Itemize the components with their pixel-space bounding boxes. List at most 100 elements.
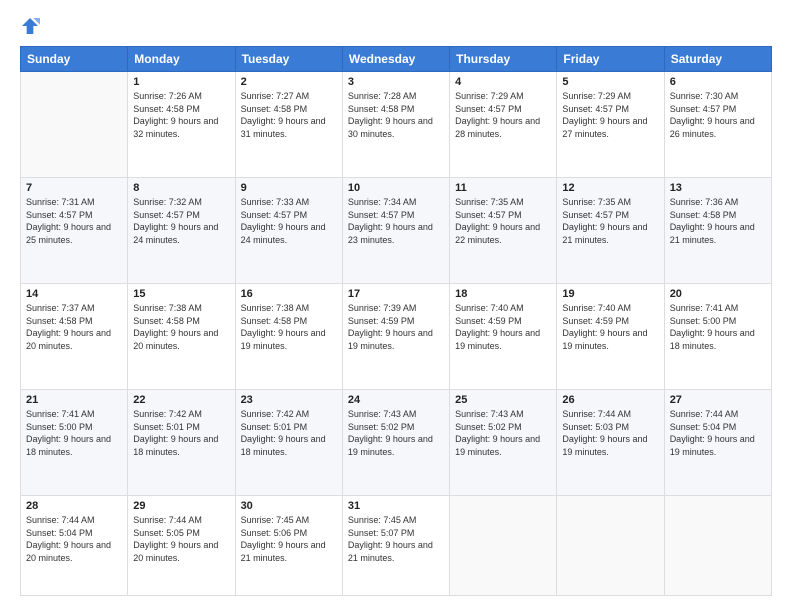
day-number: 24 bbox=[348, 394, 444, 406]
day-info: Sunrise: 7:37 AMSunset: 4:58 PMDaylight:… bbox=[26, 302, 122, 352]
day-number: 19 bbox=[562, 288, 658, 300]
weekday-header-tuesday: Tuesday bbox=[235, 47, 342, 72]
calendar-table: SundayMondayTuesdayWednesdayThursdayFrid… bbox=[20, 46, 772, 596]
day-info: Sunrise: 7:36 AMSunset: 4:58 PMDaylight:… bbox=[670, 196, 766, 246]
day-number: 5 bbox=[562, 76, 658, 88]
day-info: Sunrise: 7:40 AMSunset: 4:59 PMDaylight:… bbox=[562, 302, 658, 352]
day-info: Sunrise: 7:38 AMSunset: 4:58 PMDaylight:… bbox=[241, 302, 337, 352]
day-number: 28 bbox=[26, 500, 122, 512]
calendar-cell: 11 Sunrise: 7:35 AMSunset: 4:57 PMDayligh… bbox=[450, 178, 557, 284]
header bbox=[20, 16, 772, 36]
week-row-1: 7 Sunrise: 7:31 AMSunset: 4:57 PMDaylight… bbox=[21, 178, 772, 284]
day-number: 7 bbox=[26, 182, 122, 194]
day-info: Sunrise: 7:33 AMSunset: 4:57 PMDaylight:… bbox=[241, 196, 337, 246]
day-number: 4 bbox=[455, 76, 551, 88]
day-number: 18 bbox=[455, 288, 551, 300]
day-info: Sunrise: 7:41 AMSunset: 5:00 PMDaylight:… bbox=[670, 302, 766, 352]
logo bbox=[20, 16, 44, 36]
calendar-cell: 20 Sunrise: 7:41 AMSunset: 5:00 PMDayligh… bbox=[664, 284, 771, 390]
day-number: 29 bbox=[133, 500, 229, 512]
day-info: Sunrise: 7:38 AMSunset: 4:58 PMDaylight:… bbox=[133, 302, 229, 352]
day-number: 20 bbox=[670, 288, 766, 300]
calendar-cell: 31 Sunrise: 7:45 AMSunset: 5:07 PMDayligh… bbox=[342, 496, 449, 596]
weekday-header-monday: Monday bbox=[128, 47, 235, 72]
calendar-cell: 15Sunrise: 7:38 AMSunset: 4:58 PMDayligh… bbox=[128, 284, 235, 390]
day-number: 30 bbox=[241, 500, 337, 512]
day-number: 22 bbox=[133, 394, 229, 406]
day-number: 21 bbox=[26, 394, 122, 406]
day-info: Sunrise: 7:43 AMSunset: 5:02 PMDaylight:… bbox=[348, 408, 444, 458]
calendar-cell: 10Sunrise: 7:34 AMSunset: 4:57 PMDayligh… bbox=[342, 178, 449, 284]
calendar-cell: 23 Sunrise: 7:42 AMSunset: 5:01 PMDayligh… bbox=[235, 390, 342, 496]
weekday-header-saturday: Saturday bbox=[664, 47, 771, 72]
day-number: 3 bbox=[348, 76, 444, 88]
weekday-header-row: SundayMondayTuesdayWednesdayThursdayFrid… bbox=[21, 47, 772, 72]
day-info: Sunrise: 7:43 AMSunset: 5:02 PMDaylight:… bbox=[455, 408, 551, 458]
day-info: Sunrise: 7:45 AMSunset: 5:07 PMDaylight:… bbox=[348, 514, 444, 564]
day-info: Sunrise: 7:39 AMSunset: 4:59 PMDaylight:… bbox=[348, 302, 444, 352]
day-info: Sunrise: 7:35 AMSunset: 4:57 PMDaylight:… bbox=[562, 196, 658, 246]
calendar-cell: 7 Sunrise: 7:31 AMSunset: 4:57 PMDaylight… bbox=[21, 178, 128, 284]
calendar-cell bbox=[557, 496, 664, 596]
day-info: Sunrise: 7:31 AMSunset: 4:57 PMDaylight:… bbox=[26, 196, 122, 246]
calendar-cell: 12 Sunrise: 7:35 AMSunset: 4:57 PMDayligh… bbox=[557, 178, 664, 284]
calendar-cell: 8 Sunrise: 7:32 AMSunset: 4:57 PMDaylight… bbox=[128, 178, 235, 284]
day-number: 17 bbox=[348, 288, 444, 300]
day-number: 12 bbox=[562, 182, 658, 194]
day-number: 26 bbox=[562, 394, 658, 406]
day-info: Sunrise: 7:44 AMSunset: 5:04 PMDaylight:… bbox=[26, 514, 122, 564]
day-info: Sunrise: 7:42 AMSunset: 5:01 PMDaylight:… bbox=[241, 408, 337, 458]
calendar-cell: 9Sunrise: 7:33 AMSunset: 4:57 PMDaylight… bbox=[235, 178, 342, 284]
calendar-cell: 28 Sunrise: 7:44 AMSunset: 5:04 PMDayligh… bbox=[21, 496, 128, 596]
day-info: Sunrise: 7:32 AMSunset: 4:57 PMDaylight:… bbox=[133, 196, 229, 246]
weekday-header-thursday: Thursday bbox=[450, 47, 557, 72]
logo-icon bbox=[20, 16, 40, 36]
calendar-cell: 4 Sunrise: 7:29 AMSunset: 4:57 PMDaylight… bbox=[450, 72, 557, 178]
day-number: 1 bbox=[133, 76, 229, 88]
calendar-cell: 25 Sunrise: 7:43 AMSunset: 5:02 PMDayligh… bbox=[450, 390, 557, 496]
calendar-cell: 2Sunrise: 7:27 AMSunset: 4:58 PMDaylight… bbox=[235, 72, 342, 178]
calendar-cell: 26 Sunrise: 7:44 AMSunset: 5:03 PMDayligh… bbox=[557, 390, 664, 496]
day-info: Sunrise: 7:44 AMSunset: 5:03 PMDaylight:… bbox=[562, 408, 658, 458]
day-info: Sunrise: 7:40 AMSunset: 4:59 PMDaylight:… bbox=[455, 302, 551, 352]
day-info: Sunrise: 7:34 AMSunset: 4:57 PMDaylight:… bbox=[348, 196, 444, 246]
calendar-cell: 24 Sunrise: 7:43 AMSunset: 5:02 PMDayligh… bbox=[342, 390, 449, 496]
calendar-cell bbox=[450, 496, 557, 596]
calendar-cell: 19 Sunrise: 7:40 AMSunset: 4:59 PMDayligh… bbox=[557, 284, 664, 390]
weekday-header-wednesday: Wednesday bbox=[342, 47, 449, 72]
day-number: 31 bbox=[348, 500, 444, 512]
calendar-cell: 17 Sunrise: 7:39 AMSunset: 4:59 PMDayligh… bbox=[342, 284, 449, 390]
day-number: 16 bbox=[241, 288, 337, 300]
day-info: Sunrise: 7:35 AMSunset: 4:57 PMDaylight:… bbox=[455, 196, 551, 246]
day-number: 27 bbox=[670, 394, 766, 406]
day-number: 23 bbox=[241, 394, 337, 406]
day-info: Sunrise: 7:29 AMSunset: 4:57 PMDaylight:… bbox=[455, 90, 551, 140]
day-info: Sunrise: 7:26 AMSunset: 4:58 PMDaylight:… bbox=[133, 90, 229, 140]
day-info: Sunrise: 7:41 AMSunset: 5:00 PMDaylight:… bbox=[26, 408, 122, 458]
week-row-2: 14 Sunrise: 7:37 AMSunset: 4:58 PMDayligh… bbox=[21, 284, 772, 390]
day-number: 8 bbox=[133, 182, 229, 194]
day-number: 11 bbox=[455, 182, 551, 194]
day-number: 14 bbox=[26, 288, 122, 300]
calendar-cell: 13 Sunrise: 7:36 AMSunset: 4:58 PMDayligh… bbox=[664, 178, 771, 284]
day-info: Sunrise: 7:28 AMSunset: 4:58 PMDaylight:… bbox=[348, 90, 444, 140]
calendar-cell: 14 Sunrise: 7:37 AMSunset: 4:58 PMDayligh… bbox=[21, 284, 128, 390]
day-info: Sunrise: 7:42 AMSunset: 5:01 PMDaylight:… bbox=[133, 408, 229, 458]
day-info: Sunrise: 7:45 AMSunset: 5:06 PMDaylight:… bbox=[241, 514, 337, 564]
weekday-header-friday: Friday bbox=[557, 47, 664, 72]
calendar-cell: 29Sunrise: 7:44 AMSunset: 5:05 PMDayligh… bbox=[128, 496, 235, 596]
calendar-cell: 5 Sunrise: 7:29 AMSunset: 4:57 PMDaylight… bbox=[557, 72, 664, 178]
calendar-cell: 16 Sunrise: 7:38 AMSunset: 4:58 PMDayligh… bbox=[235, 284, 342, 390]
week-row-3: 21 Sunrise: 7:41 AMSunset: 5:00 PMDayligh… bbox=[21, 390, 772, 496]
calendar-cell: 1 Sunrise: 7:26 AMSunset: 4:58 PMDaylight… bbox=[128, 72, 235, 178]
calendar-cell: 6Sunrise: 7:30 AMSunset: 4:57 PMDaylight… bbox=[664, 72, 771, 178]
day-number: 13 bbox=[670, 182, 766, 194]
day-number: 25 bbox=[455, 394, 551, 406]
page: SundayMondayTuesdayWednesdayThursdayFrid… bbox=[0, 0, 792, 612]
week-row-4: 28 Sunrise: 7:44 AMSunset: 5:04 PMDayligh… bbox=[21, 496, 772, 596]
weekday-header-sunday: Sunday bbox=[21, 47, 128, 72]
day-info: Sunrise: 7:44 AMSunset: 5:04 PMDaylight:… bbox=[670, 408, 766, 458]
calendar-cell: 21 Sunrise: 7:41 AMSunset: 5:00 PMDayligh… bbox=[21, 390, 128, 496]
day-info: Sunrise: 7:29 AMSunset: 4:57 PMDaylight:… bbox=[562, 90, 658, 140]
day-info: Sunrise: 7:27 AMSunset: 4:58 PMDaylight:… bbox=[241, 90, 337, 140]
